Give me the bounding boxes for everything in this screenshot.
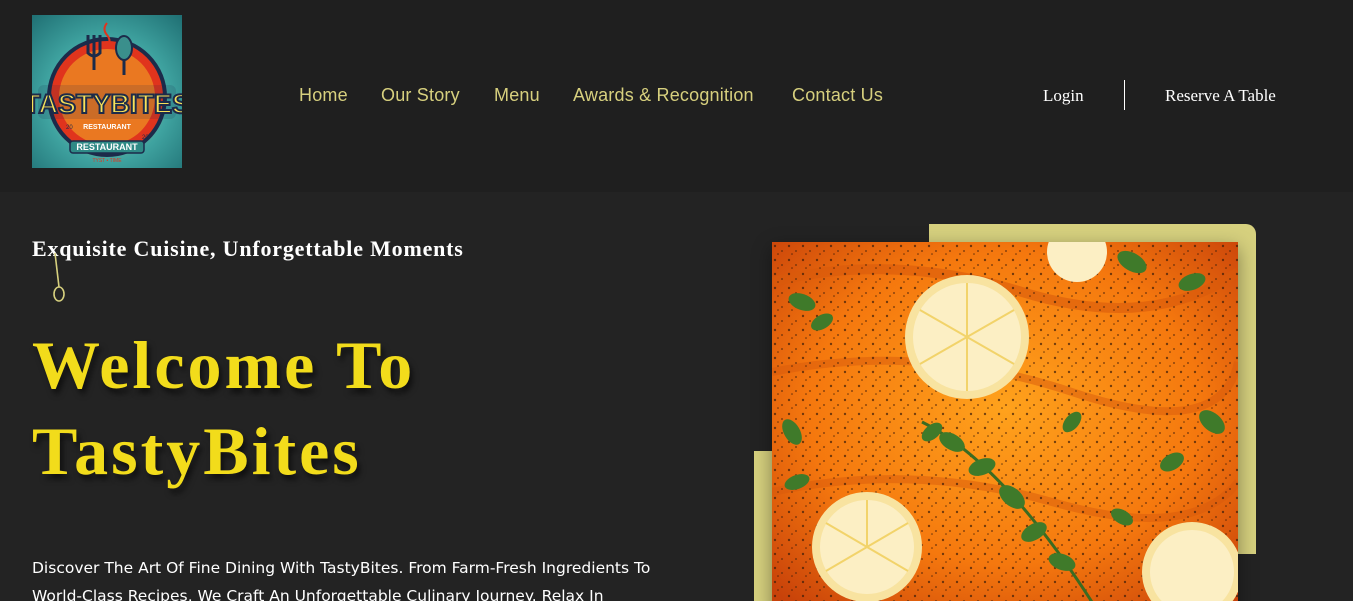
logo-banner-text: RESTAURANT [76, 142, 138, 152]
nav-menu[interactable]: Menu [494, 85, 540, 106]
logo-brand-text: TASTYBITES [32, 89, 182, 119]
nav-awards-recognition[interactable]: Awards & Recognition [573, 85, 754, 106]
nav-contact-us[interactable]: Contact Us [792, 85, 883, 106]
nav-our-story[interactable]: Our Story [381, 85, 460, 106]
logo-sub-text: TYST • TIME [92, 158, 122, 164]
hero-title: Welcome To TastyBites [32, 322, 415, 494]
hero-description: Discover The Art Of Fine Dining With Tas… [32, 559, 651, 601]
header-divider [1124, 80, 1125, 110]
hero-tagline: Exquisite Cuisine, Unforgettable Moments [32, 236, 464, 261]
logo-left-number: 20 [66, 125, 73, 131]
reserve-table-button[interactable]: Reserve A Table [1165, 86, 1276, 106]
login-button[interactable]: Login [1043, 86, 1084, 106]
hero-title-line2: TastyBites [32, 413, 362, 489]
spoon-icon [53, 252, 65, 302]
restaurant-logo-icon[interactable]: TASTYBITES RESTAURANT 20 20 RESTAURANT T… [32, 15, 182, 168]
nav-home[interactable]: Home [299, 85, 348, 106]
hero-title-line1: Welcome To [32, 327, 416, 403]
salmon-dish-photo [772, 242, 1238, 601]
logo-ribbon-text: RESTAURANT [83, 124, 131, 131]
logo-right-number: 20 [142, 135, 149, 141]
